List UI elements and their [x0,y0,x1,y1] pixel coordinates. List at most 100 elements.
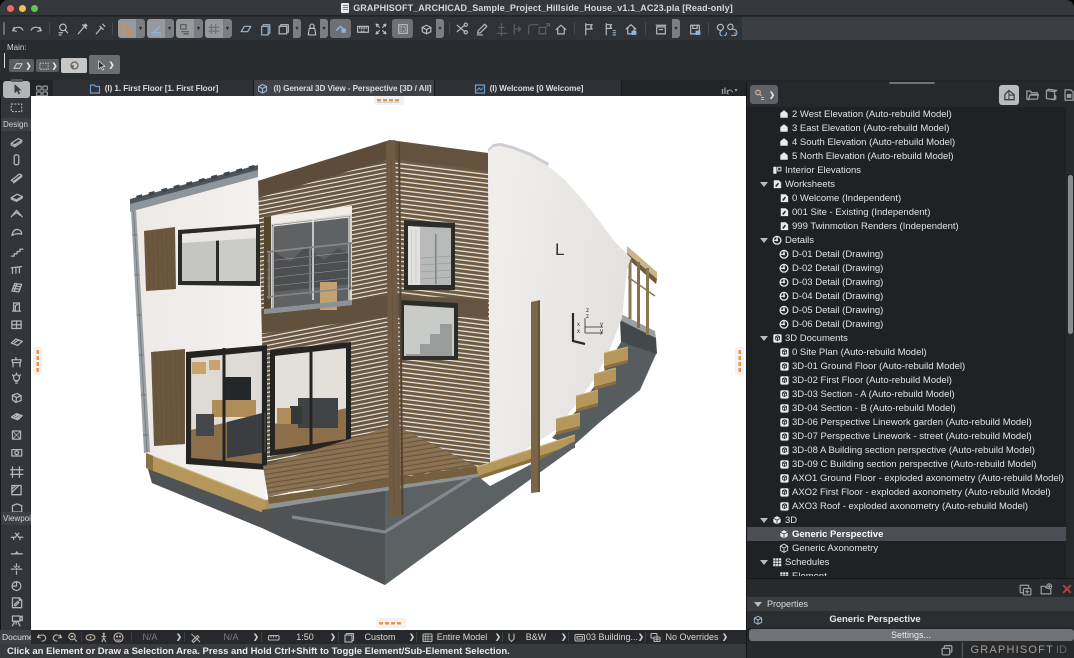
tree-item[interactable]: 3D-08 A Building section perspective (Au… [747,443,1068,457]
quickbar-chevron[interactable]: ❯ [638,630,644,644]
pen-set-icon[interactable] [505,630,518,644]
section-marker-bottom[interactable] [376,618,406,628]
inject-parameters-button[interactable] [92,19,108,38]
guide-lines-toggle[interactable] [118,19,136,38]
tree-item[interactable]: 3D-04 Section - B (Auto-rebuild Model) [747,401,1068,415]
view-map-button[interactable] [1021,85,1041,105]
quickbar-chevron[interactable]: ❯ [722,630,728,644]
grid-snap-toggle[interactable] [205,19,223,38]
home-story-button[interactable] [553,19,569,38]
tab-1[interactable]: (I) 1. First Floor [1. First Floor] [53,80,254,96]
tree-item[interactable]: 3D-06 Perspective Linework garden (Auto-… [747,415,1068,429]
quickbar-chevron[interactable]: ❯ [561,630,567,644]
save-box-button[interactable] [686,19,703,38]
toolbox-section-viewpoints[interactable]: Viewpoi [1,512,31,525]
tree-item[interactable]: AXO2 First Floor - exploded axonometry (… [747,485,1068,499]
tree-item[interactable]: 4 South Elevation (Auto-rebuild Model) [747,135,1068,149]
tree-item[interactable]: 3D Documents [747,331,1068,345]
tool-section[interactable] [1,526,31,544]
trace-reference-button[interactable] [258,19,274,38]
tool-grid-element[interactable] [1,462,31,480]
pickup-parameters-button[interactable] [74,19,90,38]
dimension-units-button[interactable]: 12 [354,19,371,38]
quickbar-value-overrides[interactable]: No Overrides [665,630,718,644]
overrides-icon[interactable] [649,630,662,644]
tool-interior-elevation[interactable] [1,560,31,578]
tool-opening[interactable] [1,444,31,462]
tree-item[interactable]: AXO1 Ground Floor - exploded axonometry … [747,471,1068,485]
toolbar-grip[interactable] [3,22,5,35]
tree-item[interactable]: 0 Site Plan (Auto-rebuild Model) [747,345,1068,359]
tree-item[interactable]: D-05 Detail (Drawing) [747,303,1068,317]
quickbar-chevron[interactable]: ❯ [409,630,415,644]
quickbar-value-selection[interactable]: N/A [142,630,157,644]
zoom-in-icon[interactable] [66,630,79,644]
skew-icon[interactable] [238,19,254,38]
tree-item[interactable]: D-03 Detail (Drawing) [747,275,1068,289]
archive-dropdown[interactable]: ▾ [672,19,680,38]
tree-item[interactable]: Generic Axonometry [747,541,1068,555]
guide-lines-dropdown[interactable]: ▾ [136,19,145,38]
close-navigator-button[interactable] [1060,582,1074,596]
quickbar-value-structure[interactable]: Entire Model [437,630,488,644]
clone-folder-button[interactable] [1018,582,1032,596]
tree-item[interactable]: Element [747,569,1068,576]
quickbar-chevron[interactable]: ❯ [176,630,182,644]
tool-curtain-wall[interactable] [1,279,31,297]
viewport-3d[interactable]: L zzxxyy [31,96,746,630]
element-settings-dropdown[interactable]: ▾ [320,19,328,38]
explore-icon[interactable] [112,630,125,644]
tree-item[interactable]: Interior Elevations [747,163,1068,177]
flag-list-button[interactable] [601,19,618,38]
tree-item[interactable]: D-06 Detail (Drawing) [747,317,1068,331]
tree-item[interactable]: 5 North Elevation (Auto-rebuild Model) [747,149,1068,163]
quickbar-value-layers[interactable]: Custom [364,630,395,644]
tree-item[interactable]: 3D-09 C Building section perspective (Au… [747,457,1068,471]
resize-button[interactable] [536,19,551,38]
tab-2[interactable]: (I) General 3D View - Perspective [3D / … [254,80,435,96]
gravity-dropdown[interactable]: ▾ [194,19,203,38]
teamwork-receive-button[interactable]: s [724,19,740,38]
element-settings-button[interactable] [304,19,320,38]
structure-icon[interactable] [421,630,434,644]
home-cloud-button[interactable] [622,19,639,38]
disclosure-triangle[interactable] [760,336,768,341]
gravity-toggle[interactable] [176,19,194,38]
settings-button[interactable]: Settings... [749,629,1074,641]
magic-wand-button[interactable] [61,58,87,73]
arrow-tool-button[interactable] [3,81,30,98]
snap-guides-toggle[interactable] [147,19,165,38]
layers-dropdown[interactable]: ▾ [293,19,301,38]
properties-header[interactable]: Properties [747,597,1074,611]
tool-window[interactable] [1,316,31,334]
tool-elevation[interactable] [1,543,31,561]
trim-button[interactable] [494,19,509,38]
publisher-sets-button[interactable] [1058,85,1074,105]
tool-beam[interactable] [1,169,31,187]
quickbar-chevron[interactable]: ❯ [253,630,259,644]
navigator-grip[interactable] [889,82,935,84]
quickbar-chevron[interactable]: ❯ [495,630,501,644]
tree-item[interactable]: 999 Twinmotion Renders (Independent) [747,219,1068,233]
navigator-scrollbar[interactable] [1066,107,1074,578]
disclosure-triangle[interactable] [760,238,768,243]
cut-button[interactable] [454,19,470,38]
new-folder-button[interactable] [1039,582,1053,596]
fit-in-window-button[interactable] [373,19,389,38]
tool-worksheet[interactable] [1,593,31,611]
tree-item[interactable]: 3D-07 Perspective Linework - street (Aut… [747,429,1068,443]
view-undo-icon[interactable] [35,630,48,644]
marquee-selection-button[interactable]: ❯ [36,59,59,72]
tool-mesh[interactable] [1,407,31,425]
3d-cutaway-button[interactable] [417,19,434,38]
quickbar-value-pen-na[interactable]: N/A [223,630,238,644]
project-map-button[interactable] [999,85,1019,105]
tree-item[interactable]: Worksheets [747,177,1068,191]
tree-item[interactable]: AXO3 Roof - exploded axonometry (Auto-re… [747,499,1068,513]
view-redo-icon[interactable] [51,630,64,644]
project-chooser-button[interactable]: ❯ [750,85,778,104]
tree-item[interactable]: 3 East Elevation (Auto-rebuild Model) [747,121,1068,135]
section-marker-right[interactable] [735,347,744,375]
tree-item[interactable]: 3D-03 Section - A (Auto-rebuild Model) [747,387,1068,401]
tool-column[interactable] [1,150,31,168]
